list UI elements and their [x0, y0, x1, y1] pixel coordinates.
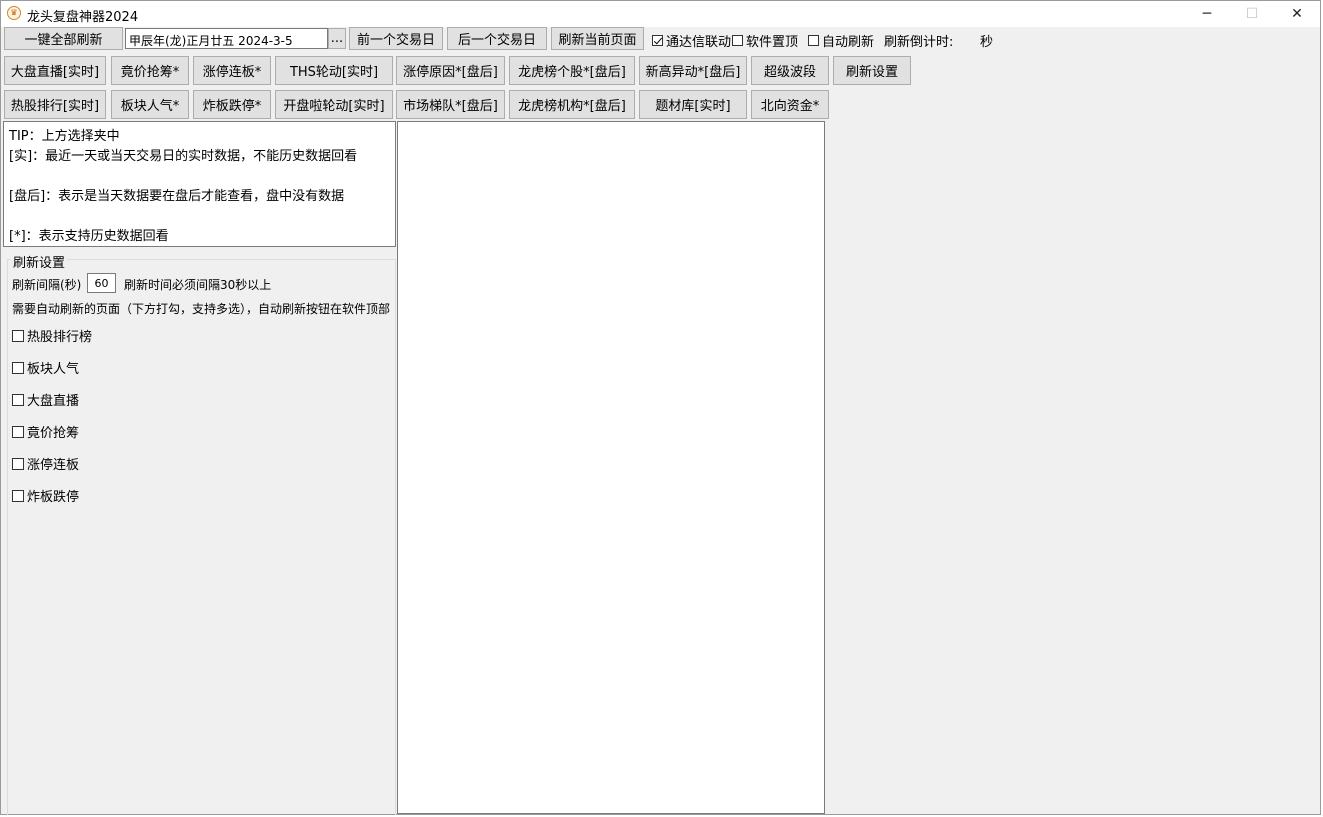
tab-market-ladder[interactable]: 市场梯队*[盘后]	[396, 90, 505, 119]
always-on-top-label: 软件置顶	[746, 35, 799, 50]
always-on-top-checkbox[interactable]: 软件置顶	[732, 31, 798, 50]
page-label: 涨停连板	[27, 458, 80, 473]
tab-limit-up-streak[interactable]: 涨停连板*	[193, 56, 271, 85]
date-picker-button[interactable]: ...	[328, 28, 346, 49]
tip-after-close: [盘后]：表示是当天数据要在盘后才能查看，盘中没有数据	[9, 189, 345, 204]
tab-broken-board-limit-down[interactable]: 炸板跌停*	[193, 90, 271, 119]
date-input[interactable]: 甲辰年(龙)正月廿五 2024-3-5	[125, 28, 328, 49]
tip-realtime: [实]：最近一天或当天交易日的实时数据，不能历史数据回看	[9, 149, 358, 164]
page-label: 炸板跌停	[27, 490, 80, 505]
tdx-link-label: 通达信联动	[666, 35, 732, 50]
checkbox-icon	[12, 457, 24, 470]
tab-northbound-funds[interactable]: 北向资金*	[751, 90, 829, 119]
countdown-unit: 秒	[980, 35, 994, 50]
auto-refresh-page-auction[interactable]: 竟价抢筹	[12, 422, 79, 441]
tab-auction-grab[interactable]: 竟价抢筹*	[111, 56, 189, 85]
interval-input[interactable]: 60	[87, 273, 116, 293]
checkbox-icon	[732, 35, 743, 46]
pages-note: 需要自动刷新的页面（下方打勾，支持多选），自动刷新按钮在软件顶部	[12, 302, 391, 316]
refresh-settings-title: 刷新设置	[11, 252, 68, 271]
auto-refresh-page-hot-stocks[interactable]: 热股排行榜	[12, 326, 92, 345]
tip-heading: TIP：上方选择夹中	[9, 129, 120, 144]
checkbox-checked-icon	[652, 35, 663, 46]
tab-hot-stocks[interactable]: 热股排行[实时]	[4, 90, 106, 119]
checkbox-icon	[12, 329, 24, 342]
interval-note: 刷新时间必须间隔30秒以上	[124, 278, 272, 292]
auto-refresh-label: 自动刷新	[822, 35, 875, 50]
auto-refresh-checkbox[interactable]: 自动刷新	[808, 31, 874, 50]
page-label: 板块人气	[27, 362, 80, 377]
countdown-label: 刷新倒计时:	[884, 35, 954, 50]
tip-history: [*]：表示支持历史数据回看	[9, 229, 169, 244]
close-button[interactable]: ✕	[1275, 1, 1319, 27]
maximize-button[interactable]: ☐	[1230, 1, 1274, 27]
tab-dragon-tiger-stocks[interactable]: 龙虎榜个股*[盘后]	[509, 56, 635, 85]
next-trading-day-button[interactable]: 后一个交易日	[447, 27, 547, 50]
content-panel	[397, 121, 825, 814]
tab-sector-popularity[interactable]: 板块人气*	[111, 90, 189, 119]
auto-refresh-page-sector[interactable]: 板块人气	[12, 358, 79, 377]
refresh-all-button[interactable]: 一键全部刷新	[4, 27, 123, 50]
page-label: 竟价抢筹	[27, 426, 80, 441]
tab-limit-up-reason[interactable]: 涨停原因*[盘后]	[396, 56, 505, 85]
prev-trading-day-button[interactable]: 前一个交易日	[349, 27, 443, 50]
interval-label: 刷新间隔(秒)	[12, 278, 82, 292]
tab-kpl-rotation[interactable]: 开盘啦轮动[实时]	[275, 90, 393, 119]
window-title: 龙头复盘神器2024	[27, 10, 139, 25]
auto-refresh-page-limit-up[interactable]: 涨停连板	[12, 454, 79, 473]
tab-theme-library[interactable]: 题材库[实时]	[639, 90, 747, 119]
tab-market-live[interactable]: 大盘直播[实时]	[4, 56, 106, 85]
page-label: 热股排行榜	[27, 330, 93, 345]
checkbox-icon	[12, 489, 24, 502]
tab-refresh-settings[interactable]: 刷新设置	[833, 56, 911, 85]
checkbox-icon	[12, 393, 24, 406]
minimize-button[interactable]: ─	[1185, 1, 1229, 27]
auto-refresh-page-market-live[interactable]: 大盘直播	[12, 390, 79, 409]
checkbox-icon	[12, 425, 24, 438]
app-logo-icon: ♛	[7, 6, 21, 20]
tdx-link-checkbox[interactable]: 通达信联动	[652, 31, 731, 50]
page-label: 大盘直播	[27, 394, 80, 409]
checkbox-icon	[808, 35, 819, 46]
tips-panel: TIP：上方选择夹中 [实]：最近一天或当天交易日的实时数据，不能历史数据回看 …	[3, 121, 396, 247]
auto-refresh-page-broken-board[interactable]: 炸板跌停	[12, 486, 79, 505]
title-bar: ♛ 龙头复盘神器2024 ─ ☐ ✕	[1, 1, 1320, 27]
main-window: ♛ 龙头复盘神器2024 ─ ☐ ✕ 一键全部刷新 甲辰年(龙)正月廿五 202…	[0, 0, 1321, 815]
tab-dragon-tiger-institutions[interactable]: 龙虎榜机构*[盘后]	[509, 90, 635, 119]
tab-new-high-moves[interactable]: 新高异动*[盘后]	[639, 56, 747, 85]
tab-super-swing[interactable]: 超级波段	[751, 56, 829, 85]
refresh-page-button[interactable]: 刷新当前页面	[551, 27, 644, 50]
tab-ths-rotation[interactable]: THS轮动[实时]	[275, 56, 393, 85]
checkbox-icon	[12, 361, 24, 374]
